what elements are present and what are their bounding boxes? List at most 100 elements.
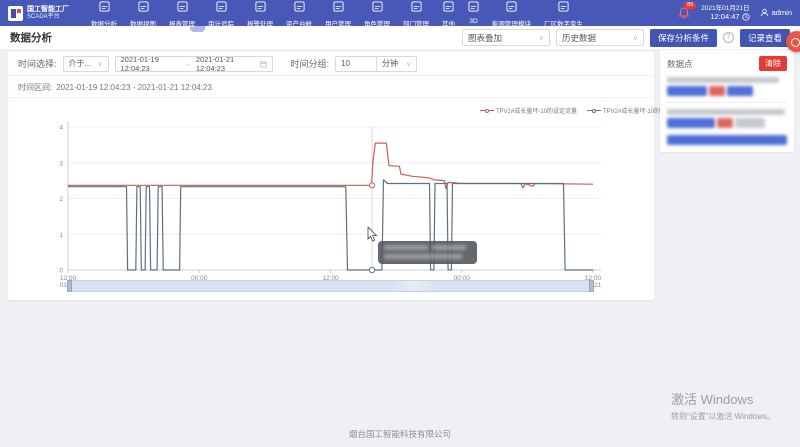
username: admin xyxy=(772,8,792,17)
notifications-badge: 85 xyxy=(684,2,696,10)
line-chart[interactable]: 0123412:0001-1900:0001-2012:0001-2000:00… xyxy=(8,100,654,296)
user-menu[interactable]: admin xyxy=(760,8,792,17)
nav-item-others[interactable]: 其他 xyxy=(442,0,455,28)
svg-text:3: 3 xyxy=(59,160,63,167)
redacted-action-bar[interactable] xyxy=(667,135,787,145)
clear-button[interactable]: 清除 xyxy=(759,56,787,71)
datazoom-left-handle[interactable] xyxy=(67,280,72,292)
time-range-value: 2021-01-19 12:04:23 - 2021-01-21 12:04:2… xyxy=(56,83,212,92)
redacted-tag xyxy=(735,118,765,128)
nav-label: 报表管理 xyxy=(169,18,195,28)
screen: 国工智能工厂 SCADA平台 数据分析数据视图 报表管理 审计追踪 报警处理 资产台帐 用… xyxy=(0,0,800,447)
logo-icon xyxy=(8,6,23,21)
nav-item-asset-ledger[interactable]: 资产台帐 xyxy=(286,0,312,28)
time-range-summary: 时间区间: 2021-01-19 12:04:23 - 2021-01-21 1… xyxy=(8,77,654,98)
nav-label: 数据视图 xyxy=(130,18,156,28)
start-datetime: 2021-01-19 12:04:23 xyxy=(121,55,181,73)
data-point-item[interactable] xyxy=(667,109,787,128)
datazoom-right-handle[interactable] xyxy=(589,280,594,292)
svg-text:4: 4 xyxy=(59,125,63,132)
cube-icon xyxy=(468,0,479,17)
header-date: 2021年01月21日 xyxy=(701,5,749,13)
date-range-input[interactable]: 2021-01-19 12:04:23 → 2021-01-21 12:04:2… xyxy=(115,56,273,72)
header-time: 12:04:47 xyxy=(710,12,739,21)
nav-item-role-mgmt[interactable]: 角色管理 xyxy=(364,0,390,28)
time-operator-select[interactable]: 介于... ∨ xyxy=(63,56,109,72)
factory-icon xyxy=(558,0,569,17)
nav-label: 审计追踪 xyxy=(208,18,234,28)
nav-label: 3D xyxy=(469,18,477,25)
analysis-panel: 时间选择: 介于... ∨ 2021-01-19 12:04:23 → 2021… xyxy=(8,52,654,300)
redacted-tag xyxy=(727,86,753,96)
chevron-down-icon: ∨ xyxy=(633,34,638,42)
user-icon xyxy=(333,0,344,17)
nav-item-user-mgmt[interactable]: 用户管理 xyxy=(325,0,351,28)
nav-label: 报警处理 xyxy=(247,18,273,28)
datazoom-selected-range xyxy=(69,281,592,291)
time-range-label: 时间区间: xyxy=(18,82,52,93)
notifications-bell[interactable]: 85 xyxy=(677,6,691,20)
nav-label: 其他 xyxy=(442,18,455,28)
end-datetime: 2021-01-21 12:04:23 xyxy=(196,55,256,73)
audit-icon xyxy=(216,0,227,17)
footer-company: 烟台国工智能科技有限公司 xyxy=(0,428,800,440)
data-source-select[interactable]: 历史数据 ∨ xyxy=(556,29,644,46)
redacted-point-name xyxy=(667,77,779,83)
report-icon xyxy=(177,0,188,17)
app-logo[interactable]: 国工智能工厂 SCADA平台 xyxy=(8,6,69,21)
nav-item-3d[interactable]: 3D xyxy=(468,0,479,25)
clock-icon xyxy=(742,13,750,21)
nav-item-dept-mgmt[interactable]: 部门管理 xyxy=(403,0,429,28)
range-arrow: → xyxy=(184,59,192,68)
time-group-input[interactable] xyxy=(335,56,377,72)
top-header: 国工智能工厂 SCADA平台 数据分析数据视图 报表管理 审计追踪 报警处理 资产台帐 用… xyxy=(0,0,800,26)
nav-item-alarm-handling[interactable]: 报警处理 xyxy=(247,0,273,28)
nav-label: 角色管理 xyxy=(364,18,390,28)
toolbar: 数据分析 图表叠加 ∨ 历史数据 ∨ 保存分析条件 ? 记录查看 xyxy=(0,26,800,49)
logo-title: 国工智能工厂 xyxy=(27,6,69,14)
nav-item-energy-mgmt[interactable]: 能源管理模块 xyxy=(492,0,531,28)
floating-widget-button[interactable] xyxy=(786,31,800,52)
data-points-panel: 数据点 清除 xyxy=(660,50,794,152)
alarm-icon xyxy=(255,0,266,17)
help-icon[interactable]: ? xyxy=(723,32,734,43)
time-group-label: 时间分组: xyxy=(291,57,330,70)
logo-subtitle: SCADA平台 xyxy=(27,14,69,21)
time-unit-select[interactable]: 分钟 ∨ xyxy=(377,56,417,72)
nav-label: 用户管理 xyxy=(325,18,351,28)
nav-item-data-analysis[interactable]: 数据分析 xyxy=(91,0,117,28)
chart-icon xyxy=(99,0,110,17)
role-icon xyxy=(372,0,383,17)
chevron-down-icon: ∨ xyxy=(539,34,544,42)
main-nav: 数据分析数据视图 报表管理 审计追踪 报警处理 资产台帐 用户管理 角色管理 部门管理其他 3D… xyxy=(91,0,583,28)
nav-item-digital-twin[interactable]: 厂区数字孪生 xyxy=(544,0,583,28)
data-point-item[interactable] xyxy=(667,77,787,96)
nav-item-data-view[interactable]: 数据视图 xyxy=(130,0,156,28)
nav-label: 资产台帐 xyxy=(286,18,312,28)
chevron-down-icon: ∨ xyxy=(97,60,102,68)
record-view-button[interactable]: 记录查看 xyxy=(740,29,790,47)
svg-text:0: 0 xyxy=(59,268,63,275)
redacted-tag xyxy=(709,86,725,96)
nav-item-audit-trail[interactable]: 审计追踪 xyxy=(208,0,234,28)
grid-icon xyxy=(138,0,149,17)
datazoom-slider[interactable] xyxy=(68,280,593,292)
data-points-title: 数据点 xyxy=(667,58,693,70)
nav-label: 能源管理模块 xyxy=(492,18,531,28)
redacted-point-name xyxy=(667,109,785,115)
divider xyxy=(667,102,787,103)
redacted-tag xyxy=(717,118,733,128)
chart-tooltip xyxy=(378,241,477,264)
chart-mode-select[interactable]: 图表叠加 ∨ xyxy=(462,29,550,46)
windows-activation-watermark: 激活 Windows 转到“设置”以激活 Windows。 xyxy=(671,389,775,422)
svg-text:2: 2 xyxy=(59,196,63,203)
asset-icon xyxy=(294,0,305,17)
svg-text:1: 1 xyxy=(59,232,63,239)
nav-item-report-mgmt[interactable]: 报表管理 xyxy=(169,0,195,28)
redacted-tag xyxy=(667,86,707,96)
calendar-icon xyxy=(260,60,267,68)
save-analysis-button[interactable]: 保存分析条件 xyxy=(650,29,717,47)
filter-bar: 时间选择: 介于... ∨ 2021-01-19 12:04:23 → 2021… xyxy=(8,52,654,76)
time-select-label: 时间选择: xyxy=(18,57,57,70)
user-icon xyxy=(760,8,769,17)
